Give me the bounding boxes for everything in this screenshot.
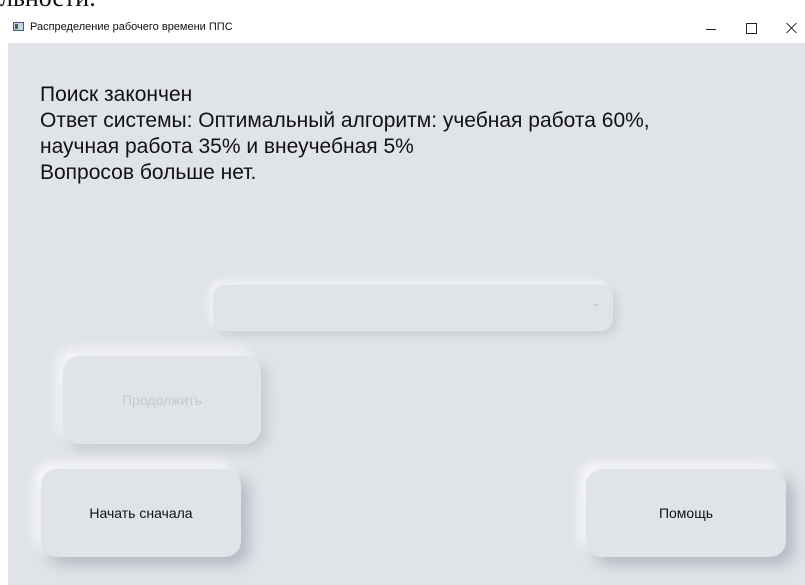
chevron-down-icon bbox=[593, 304, 599, 307]
help-button[interactable]: Помощь bbox=[586, 469, 786, 557]
answer-combobox[interactable] bbox=[213, 285, 613, 331]
app-window: Распределение рабочего времени ППС Поиск… bbox=[8, 13, 805, 585]
answer-line: Ответ системы: Оптимальный алгоритм: уче… bbox=[40, 109, 650, 132]
close-button[interactable] bbox=[771, 13, 805, 43]
status-line: Поиск закончен bbox=[40, 83, 193, 106]
no-more-questions-line: Вопросов больше нет. bbox=[40, 161, 257, 184]
maximize-button[interactable] bbox=[731, 13, 771, 43]
system-response-text: Поиск закончен Ответ системы: Оптимальны… bbox=[40, 82, 650, 186]
minimize-button[interactable] bbox=[691, 13, 731, 43]
continue-button[interactable]: Продолжить bbox=[63, 356, 261, 444]
window-title: Распределение рабочего времени ППС bbox=[30, 21, 233, 33]
restart-button[interactable]: Начать сначала bbox=[41, 469, 241, 557]
background-document-text: льности. bbox=[0, 0, 96, 11]
app-icon bbox=[13, 22, 24, 31]
answer-line-continued: научная работа 35% и внеучебная 5% bbox=[40, 135, 414, 158]
title-bar[interactable]: Распределение рабочего времени ППС bbox=[8, 13, 805, 43]
